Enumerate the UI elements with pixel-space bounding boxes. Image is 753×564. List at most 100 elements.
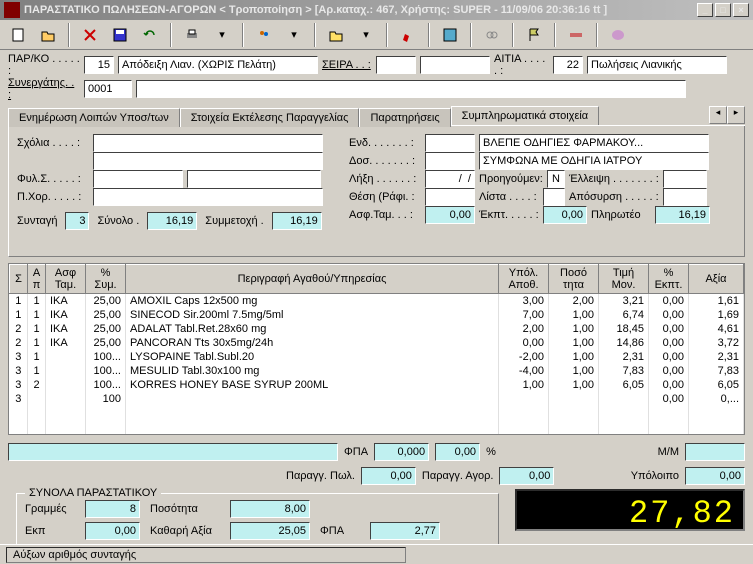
totals-title: ΣΥΝΟΛΑ ΠΑΡΑΣΤΑΤΙΚΟΥ (25, 487, 161, 499)
print-button[interactable] (178, 22, 206, 48)
people-dropdown[interactable]: ▾ (280, 22, 308, 48)
fpa-mid-input[interactable] (374, 443, 429, 461)
minimize-button[interactable]: _ (697, 3, 713, 17)
col-ekpt[interactable]: % Εκπτ. (649, 265, 689, 294)
tool-button[interactable] (562, 22, 590, 48)
palette-button[interactable] (604, 22, 632, 48)
ypoloipo-label: Υπόλοιπο (631, 470, 679, 482)
synolo-input[interactable] (147, 212, 197, 230)
grammes-input[interactable] (85, 500, 140, 518)
lista-input[interactable] (543, 188, 565, 206)
synergatis-desc-input[interactable] (136, 80, 686, 98)
delete-button[interactable] (76, 22, 104, 48)
thesi-input[interactable] (425, 188, 475, 206)
fpa-pct-input[interactable] (435, 443, 480, 461)
seira-input[interactable] (376, 56, 416, 74)
ekp-input[interactable] (85, 522, 140, 540)
sxolia-input-1[interactable] (93, 134, 323, 152)
close-button[interactable]: × (733, 3, 749, 17)
panel-ekpt-input[interactable] (543, 206, 587, 224)
tab-enimerosi[interactable]: Ενημέρωση Λοιπών Υποσ/των (8, 108, 180, 127)
tab-paratiriseis[interactable]: Παρατηρήσεις (359, 108, 450, 127)
folder-dropdown[interactable]: ▾ (352, 22, 380, 48)
paragor-input[interactable] (499, 467, 554, 485)
pliroteo-input[interactable] (655, 206, 710, 224)
table-row-empty[interactable] (10, 406, 744, 420)
synergatis-code-input[interactable] (84, 80, 132, 98)
edit-button[interactable] (394, 22, 422, 48)
thesi-label: Θέση (Ράφι. : (349, 191, 421, 203)
fyls-input-2[interactable] (187, 170, 321, 188)
print-dropdown[interactable]: ▾ (208, 22, 236, 48)
table-row[interactable]: 31000,000,... (10, 392, 744, 406)
tab-scroll-left[interactable]: ◂ (709, 106, 727, 124)
mm-input[interactable] (685, 443, 745, 461)
fyls-input-1[interactable] (93, 170, 183, 188)
line-items-grid[interactable]: Σ Α π Ασφ Ταμ. % Συμ. Περιγραφή Αγαθού/Υ… (8, 263, 745, 435)
elleipsi-input[interactable] (663, 170, 707, 188)
symmetoxi-input[interactable] (272, 212, 322, 230)
table-row-empty[interactable] (10, 420, 744, 434)
aitia-desc-input[interactable] (587, 56, 727, 74)
window-title: ΠΑΡΑΣΤΑΤΙΚΟ ΠΩΛΗΣΕΩΝ-ΑΓΟΡΩΝ < Τροποποίησ… (24, 4, 697, 16)
end-code-input[interactable] (425, 134, 475, 152)
tab-panel: Σχόλια . . . . : Φυλ.Σ. . . . . : Π.Χορ.… (8, 126, 745, 257)
proig-input[interactable] (547, 170, 565, 188)
parko-desc-input[interactable] (118, 56, 318, 74)
posotita-input[interactable] (230, 500, 310, 518)
col-asf[interactable]: Ασφ Ταμ. (46, 265, 86, 294)
folder-button[interactable] (322, 22, 350, 48)
status-bar: Αύξων αριθμός συνταγής (0, 544, 753, 564)
totals-fpa-label: ΦΠΑ (320, 525, 360, 537)
col-axia[interactable]: Αξία (689, 265, 744, 294)
totals-fpa-input[interactable] (370, 522, 440, 540)
save-button[interactable] (106, 22, 134, 48)
sxolia-input-2[interactable] (93, 152, 323, 170)
long-summary-input[interactable] (8, 443, 338, 461)
table-row[interactable]: 11IKA25,00AMOXIL Caps 12x500 mg3,002,003… (10, 294, 744, 309)
aitia-code-input[interactable] (553, 56, 583, 74)
col-poso[interactable]: Ποσό τητα (549, 265, 599, 294)
tab-symplir[interactable]: Συμπληρωματικά στοιχεία (451, 106, 600, 125)
aposyrsi-input[interactable] (663, 188, 707, 206)
col-ypol[interactable]: Υπόλ. Αποθ. (499, 265, 549, 294)
table-row[interactable]: 32100...KORRES HONEY BASE SYRUP 200ML1,0… (10, 378, 744, 392)
end-desc-input[interactable] (479, 134, 709, 152)
kathaxia-input[interactable] (230, 522, 310, 540)
flag-button[interactable] (520, 22, 548, 48)
dos-code-input[interactable] (425, 152, 475, 170)
table-row[interactable]: 21IKA25,00ADALAT Tabl.Ret.28x60 mg2,001,… (10, 322, 744, 336)
disk-button[interactable] (436, 22, 464, 48)
title-bar: ΠΑΡΑΣΤΑΤΙΚΟ ΠΩΛΗΣΕΩΝ-ΑΓΟΡΩΝ < Τροποποίησ… (0, 0, 753, 20)
col-s[interactable]: Σ (10, 265, 28, 294)
tab-stoixeia[interactable]: Στοιχεία Εκτέλεσης Παραγγελίας (180, 108, 360, 127)
pxor-input[interactable] (93, 188, 323, 206)
undo-button[interactable] (136, 22, 164, 48)
dos-desc-input[interactable] (479, 152, 709, 170)
table-row[interactable]: 21IKA25,00PANCORAN Tts 30x5mg/24h0,001,0… (10, 336, 744, 350)
table-row[interactable]: 31100...LYSOPAINE Tabl.Subl.20-2,001,002… (10, 350, 744, 364)
table-row[interactable]: 31100...MESULID Tabl.30x100 mg-4,001,007… (10, 364, 744, 378)
parpol-label: Παραγγ. Πωλ. (286, 470, 355, 482)
col-desc[interactable]: Περιγραφή Αγαθού/Υπηρεσίας (126, 265, 499, 294)
asftam-input[interactable] (425, 206, 475, 224)
seira-desc-input[interactable] (420, 56, 490, 74)
maximize-button[interactable]: □ (715, 3, 731, 17)
open-button[interactable] (34, 22, 62, 48)
parko-code-input[interactable] (84, 56, 114, 74)
new-button[interactable] (4, 22, 32, 48)
col-pct[interactable]: % Συμ. (86, 265, 126, 294)
parpol-input[interactable] (361, 467, 416, 485)
chain-button[interactable] (478, 22, 506, 48)
col-timi[interactable]: Τιμή Μον. (599, 265, 649, 294)
ypoloipo-input[interactable] (685, 467, 745, 485)
dos-label: Δοσ. . . . . . . : (349, 155, 421, 167)
syntagi-input[interactable] (65, 212, 89, 230)
tab-scroll-right[interactable]: ▸ (727, 106, 745, 124)
col-a[interactable]: Α π (28, 265, 46, 294)
lixi-label: Λήξη . . . . . . : (349, 173, 421, 185)
table-row[interactable]: 11IKA25,00SINECOD Sir.200ml 7.5mg/5ml7,0… (10, 308, 744, 322)
lixi-input[interactable] (425, 170, 475, 188)
header-form: ΠΑΡ/ΚΟ . . . . . : ΣΕΙΡΑ . . : ΑΙΤΙΑ . .… (0, 50, 753, 106)
people-button[interactable] (250, 22, 278, 48)
